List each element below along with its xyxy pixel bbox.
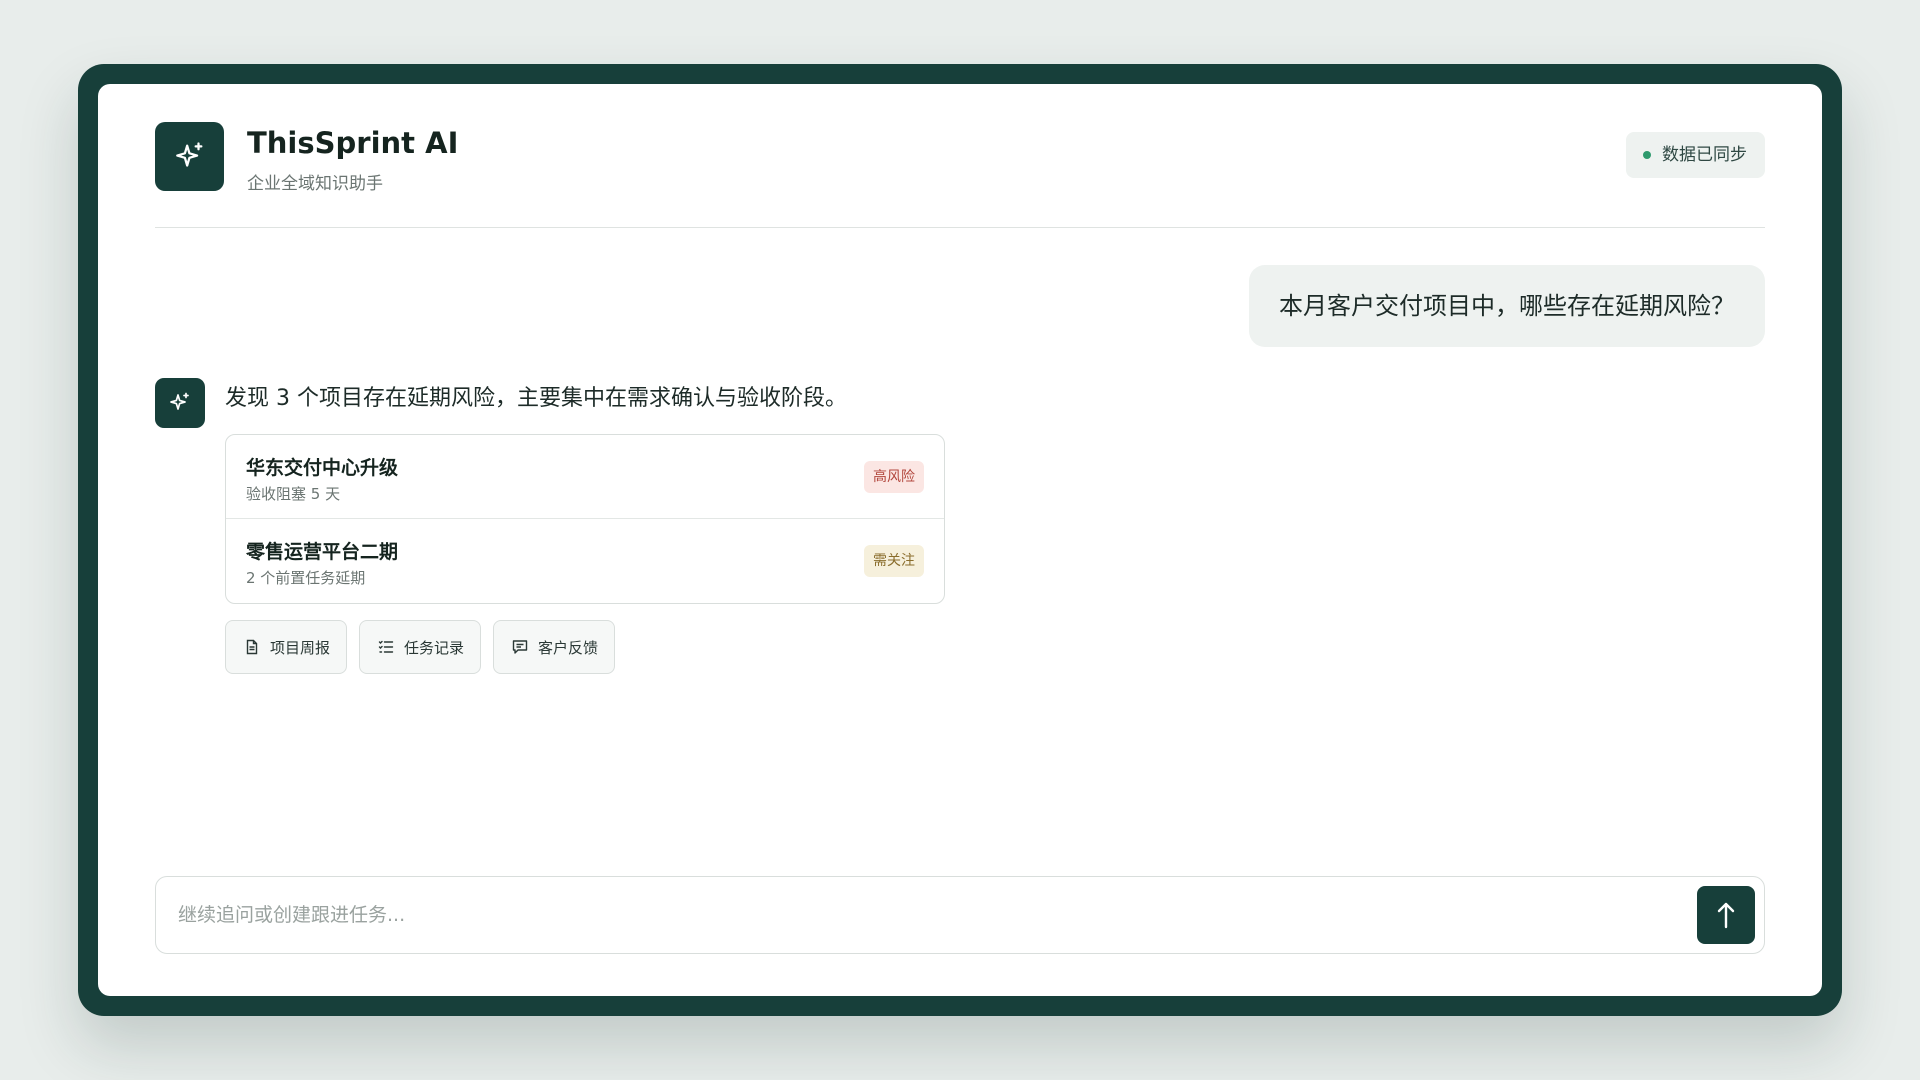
app-logo	[155, 122, 224, 191]
source-chip-label: 客户反馈	[538, 638, 599, 657]
source-chip-weekly-report[interactable]: 项目周报	[225, 620, 348, 674]
project-item[interactable]: 华东交付中心升级 验收阻塞 5 天 高风险	[226, 435, 944, 519]
sparkle-icon	[175, 141, 202, 167]
comment-icon	[512, 640, 528, 654]
source-chips: 项目周报 任务记录 客户反馈	[225, 620, 616, 674]
user-message: 本月客户交付项目中，哪些存在延期风险？	[1249, 265, 1765, 347]
project-name: 华东交付中心升级	[246, 457, 399, 479]
source-chip-task-records[interactable]: 任务记录	[359, 620, 482, 674]
project-note: 验收阻塞 5 天	[246, 485, 341, 503]
status-dot-icon	[1643, 151, 1651, 159]
project-name: 零售运营平台二期	[246, 541, 399, 563]
source-chip-label: 任务记录	[404, 638, 465, 657]
arrow-up-icon	[1717, 902, 1735, 929]
main-panel: ThisSprint AI 企业全域知识助手 数据已同步 本月客户交付项目中，哪…	[98, 84, 1822, 996]
send-button[interactable]	[1697, 886, 1755, 944]
project-note: 2 个前置任务延期	[246, 569, 366, 587]
sparkle-icon	[170, 392, 189, 410]
document-icon	[246, 639, 258, 655]
project-item[interactable]: 零售运营平台二期 2 个前置任务延期 需关注	[226, 519, 944, 603]
app-title: ThisSprint AI	[247, 126, 459, 160]
risk-badge-high: 高风险	[864, 461, 924, 493]
source-chip-customer-feedback[interactable]: 客户反馈	[493, 620, 616, 674]
checklist-icon	[378, 640, 394, 653]
source-chip-label: 项目周报	[270, 638, 331, 657]
composer	[155, 876, 1765, 954]
sync-status-badge: 数据已同步	[1626, 132, 1765, 178]
app-frame: ThisSprint AI 企业全域知识助手 数据已同步 本月客户交付项目中，哪…	[78, 64, 1842, 1016]
ai-message: 发现 3 个项目存在延期风险，主要集中在需求确认与验收阶段。	[225, 386, 847, 411]
header: ThisSprint AI 企业全域知识助手 数据已同步	[155, 122, 1765, 228]
message-input[interactable]	[178, 877, 1678, 953]
app-subtitle: 企业全域知识助手	[247, 174, 383, 194]
ai-avatar	[155, 378, 205, 428]
risk-badge-attention: 需关注	[864, 545, 924, 577]
sync-status-label: 数据已同步	[1662, 145, 1747, 165]
risk-project-list: 华东交付中心升级 验收阻塞 5 天 高风险 零售运营平台二期 2 个前置任务延期…	[225, 434, 945, 604]
